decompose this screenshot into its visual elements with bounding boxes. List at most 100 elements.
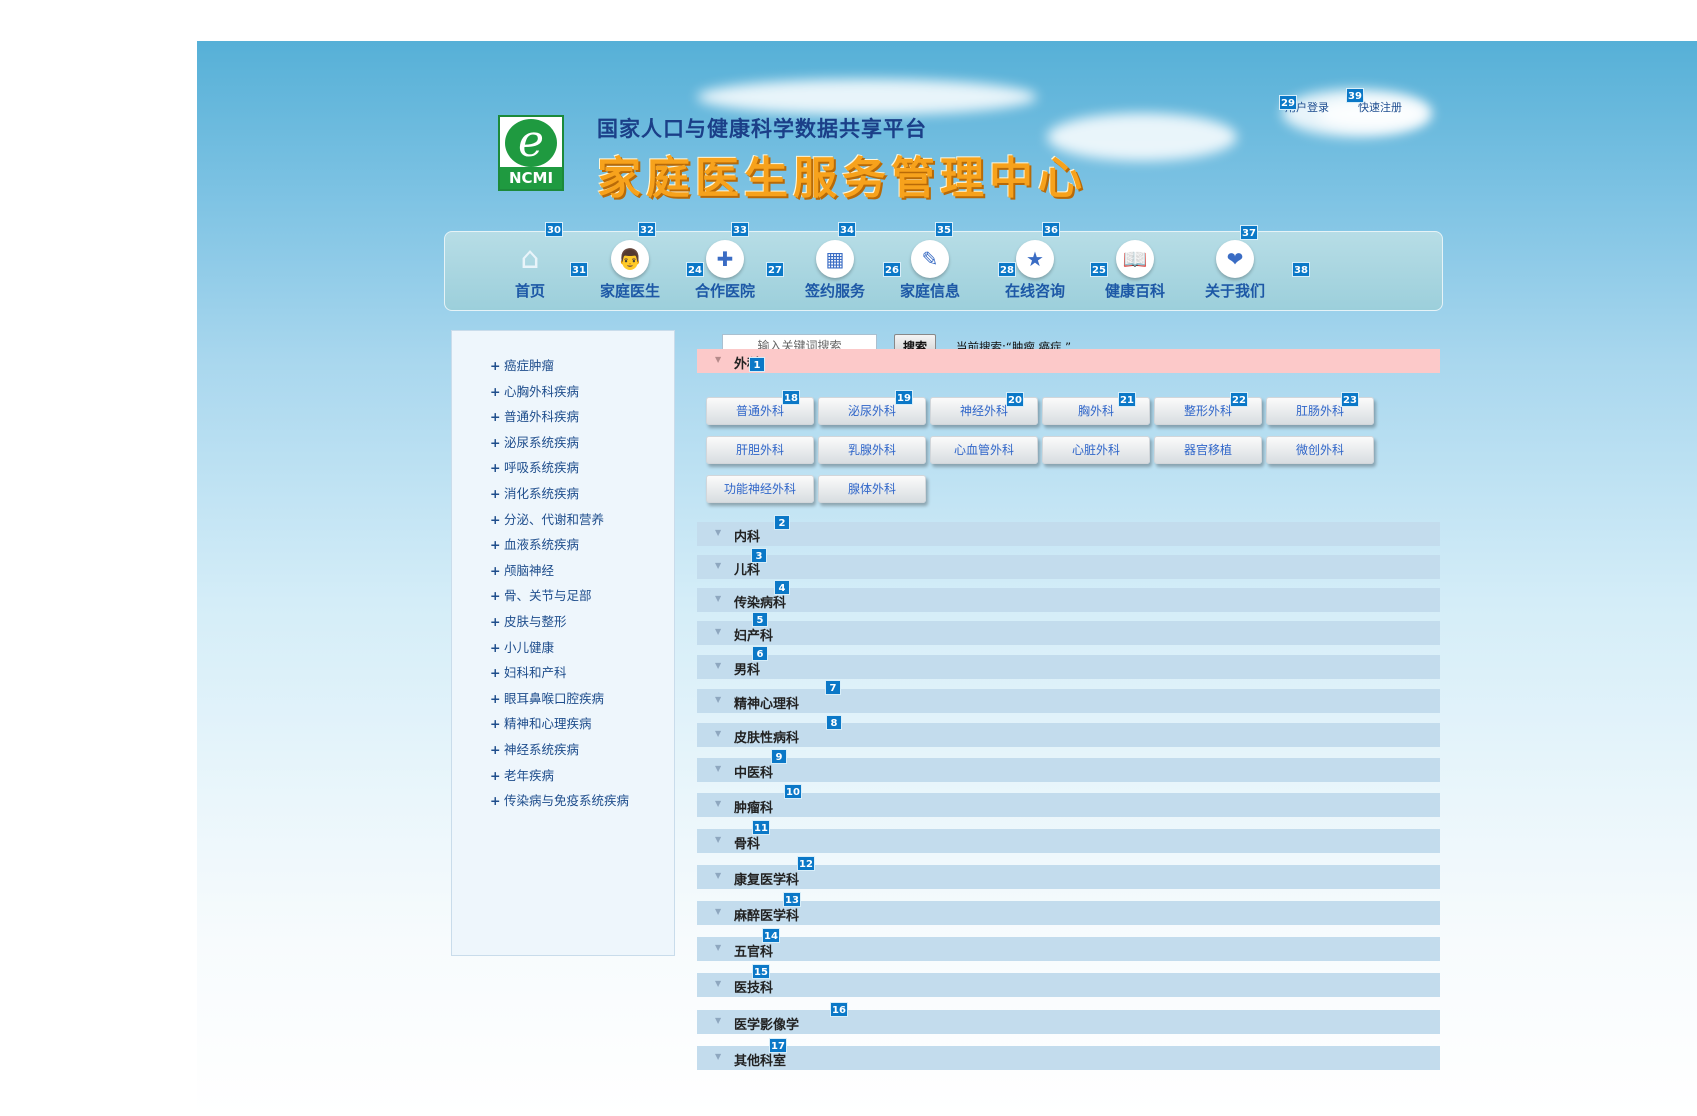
section-label: 肿瘤科 (734, 801, 774, 816)
chevron-down-icon: ▼ (715, 695, 722, 704)
sidebar-category-label: 心胸外科疾病 (504, 383, 580, 399)
element-index-badge: 4 (774, 580, 790, 595)
section-header[interactable]: ▼ 皮肤性病科 (697, 723, 1440, 747)
element-index-badge: 36 (1042, 222, 1060, 237)
section-label: 妇产科 (734, 629, 774, 644)
section-header[interactable]: ▼ 妇产科 (697, 621, 1440, 645)
sidebar-category-label: 传染病与免疫系统疾病 (504, 793, 630, 809)
sidebar-category-item[interactable]: + 传染病与免疫系统疾病 (490, 790, 629, 816)
ncmi-logo[interactable]: e NCMI (498, 115, 564, 191)
element-index-badge: 31 (570, 262, 588, 277)
chevron-down-icon: ▼ (715, 355, 722, 364)
section-header[interactable]: ▼ 中医科 (697, 758, 1440, 782)
sidebar-category-item[interactable]: + 癌症肿瘤 (490, 355, 629, 381)
nav-label: 合作医院 (694, 282, 755, 300)
sidebar-category-item[interactable]: + 妇科和产科 (490, 662, 629, 688)
chevron-down-icon: ▼ (715, 627, 722, 636)
plus-icon: + (490, 460, 501, 476)
section-label: 精神心理科 (734, 697, 800, 712)
doctor-icon: 👨 (611, 240, 649, 278)
subdepartment-button[interactable]: 乳腺外科 (818, 436, 926, 464)
plus-icon: + (490, 434, 501, 450)
element-index-badge: 33 (731, 222, 749, 237)
nav-item-4[interactable]: ▦ 签约服务 (785, 240, 885, 301)
sidebar-category-item[interactable]: + 血液系统疾病 (490, 534, 629, 560)
sidebar-category-item[interactable]: + 消化系统疾病 (490, 483, 629, 509)
section-label: 内科 (734, 530, 761, 545)
book-icon: 📖 (1116, 240, 1154, 278)
element-index-badge: 19 (895, 390, 913, 405)
chevron-down-icon: ▼ (715, 528, 722, 537)
subdepartment-button[interactable]: 心脏外科 (1042, 436, 1150, 464)
sidebar-category-item[interactable]: + 分泌、代谢和营养 (490, 509, 629, 535)
chevron-down-icon: ▼ (715, 943, 722, 952)
sidebar-category-item[interactable]: + 普通外科疾病 (490, 406, 629, 432)
section-header[interactable]: ▼ 精神心理科 (697, 689, 1440, 713)
sidebar-category-item[interactable]: + 颅脑神经 (490, 560, 629, 586)
section-header[interactable]: ▼ 麻醉医学科 (697, 901, 1440, 925)
nav-item-1[interactable]: ⌂ 首页 (480, 240, 580, 301)
section-header[interactable]: ▼ 男科 (697, 655, 1440, 679)
section-header[interactable]: ▼ 其他科室 (697, 1046, 1440, 1070)
sidebar-category-item[interactable]: + 眼耳鼻喉口腔疾病 (490, 688, 629, 714)
calendar-icon: ▦ (816, 240, 854, 278)
chevron-down-icon: ▼ (715, 979, 722, 988)
sidebar-category-item[interactable]: + 神经系统疾病 (490, 739, 629, 765)
sidebar-category-label: 骨、关节与足部 (504, 588, 592, 604)
plus-icon: + (490, 767, 501, 783)
sidebar-category-item[interactable]: + 心胸外科疾病 (490, 381, 629, 407)
subdepartment-button[interactable]: 器官移植 (1154, 436, 1262, 464)
sidebar-category-item[interactable]: + 皮肤与整形 (490, 611, 629, 637)
element-index-badge: 28 (998, 262, 1016, 277)
subdepartment-button[interactable]: 功能神经外科 (706, 475, 814, 503)
sidebar-category-item[interactable]: + 泌尿系统疾病 (490, 432, 629, 458)
chevron-down-icon: ▼ (715, 1052, 722, 1061)
logo-text: NCMI (500, 167, 562, 189)
plus-icon: + (490, 690, 501, 706)
sidebar-category-item[interactable]: + 骨、关节与足部 (490, 585, 629, 611)
element-index-badge: 38 (1292, 262, 1310, 277)
sidebar-category-label: 泌尿系统疾病 (504, 434, 580, 450)
plus-icon: + (490, 409, 501, 425)
element-index-badge: 17 (769, 1038, 787, 1053)
element-index-badge: 25 (1090, 262, 1108, 277)
sidebar-category-label: 神经系统疾病 (504, 741, 580, 757)
nav-label: 健康百科 (1104, 282, 1165, 300)
subdepartment-button[interactable]: 心血管外科 (930, 436, 1038, 464)
chevron-down-icon: ▼ (715, 729, 722, 738)
section-header[interactable]: ▼ 内科 (697, 522, 1440, 546)
chevron-down-icon: ▼ (715, 661, 722, 670)
subdepartment-button[interactable]: 微创外科 (1266, 436, 1374, 464)
element-index-badge: 13 (783, 892, 801, 907)
nav-item-2[interactable]: 👨 家庭医生 (580, 240, 680, 301)
section-header[interactable]: ▼ 医学影像学 (697, 1010, 1440, 1034)
register-link[interactable]: 快速注册 (1358, 101, 1402, 114)
plus-icon: + (490, 613, 501, 629)
sidebar-category-label: 眼耳鼻喉口腔疾病 (504, 690, 605, 706)
sidebar-category-item[interactable]: + 小儿健康 (490, 637, 629, 663)
element-index-badge: 39 (1346, 88, 1364, 103)
section-header[interactable]: ▼ 骨科 (697, 829, 1440, 853)
element-index-badge: 6 (752, 646, 768, 661)
element-index-badge: 21 (1118, 392, 1136, 407)
section-header[interactable]: ▼ 外科 (697, 349, 1440, 373)
subdepartment-button[interactable]: 肝胆外科 (706, 436, 814, 464)
nav-label: 家庭信息 (899, 282, 960, 300)
sidebar-category-label: 分泌、代谢和营养 (504, 511, 605, 527)
element-index-badge: 11 (752, 820, 770, 835)
plus-icon: + (490, 588, 501, 604)
section-header[interactable]: ▼ 医技科 (697, 973, 1440, 997)
element-index-badge: 20 (1006, 392, 1024, 407)
subdepartment-button[interactable]: 腺体外科 (818, 475, 926, 503)
chevron-down-icon: ▼ (715, 799, 722, 808)
nav-item-8[interactable]: ❤ 关于我们 (1185, 240, 1285, 301)
section-header[interactable]: ▼ 传染病科 (697, 588, 1440, 612)
sidebar-category-item[interactable]: + 呼吸系统疾病 (490, 457, 629, 483)
element-index-badge: 7 (825, 680, 841, 695)
element-index-badge: 22 (1230, 392, 1248, 407)
sidebar-category-item[interactable]: + 精神和心理疾病 (490, 713, 629, 739)
section-header[interactable]: ▼ 儿科 (697, 555, 1440, 579)
sidebar-category-item[interactable]: + 老年疾病 (490, 765, 629, 791)
section-header[interactable]: ▼ 肿瘤科 (697, 793, 1440, 817)
section-header[interactable]: ▼ 五官科 (697, 937, 1440, 961)
